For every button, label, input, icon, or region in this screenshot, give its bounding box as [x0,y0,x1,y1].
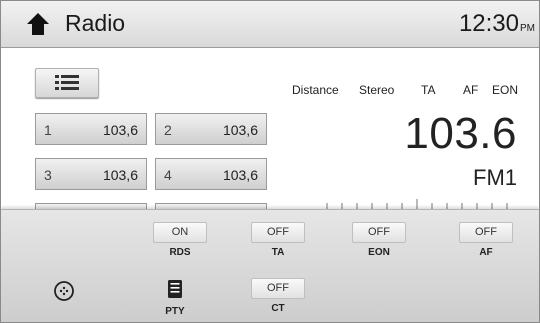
preset-frequency: 103,6 [222,122,258,138]
header-bar: Radio 12:30PM [1,1,539,48]
ta-label: TA [271,247,285,258]
ct-toggle[interactable]: OFF CT [251,278,305,314]
stereo-indicator: Stereo [359,83,395,97]
ta-state: OFF [251,222,305,243]
preset-button-1[interactable]: 1 103,6 [35,113,147,145]
preset-number: 2 [164,122,172,138]
settings-panel: ON RDS OFF TA OFF EON OFF AF PTY OFF CT [1,209,539,322]
preset-button-4[interactable]: 4 103,6 [155,158,267,190]
band-label: FM1 [473,165,517,190]
af-label: AF [479,247,493,258]
preset-frequency: 103,6 [102,122,138,138]
preset-number: 3 [44,167,52,183]
list-icon [55,75,79,90]
ct-state: OFF [251,278,305,299]
preset-button-3[interactable]: 3 103,6 [35,158,147,190]
preset-button-2[interactable]: 2 103,6 [155,113,267,145]
scan-button[interactable] [51,280,77,307]
pty-label: PTY [165,306,185,317]
rds-state: ON [153,222,207,243]
eon-label: EON [368,247,390,258]
eon-toggle[interactable]: OFF EON [352,222,406,258]
scan-icon [54,281,74,301]
rds-label: RDS [169,247,191,258]
preset-number: 4 [164,167,172,183]
radio-screen: Radio 12:30PM 1 103,6 2 103,6 3 103,6 4 … [0,0,540,323]
distance-indicator: Distance [292,83,339,97]
eon-indicator: EON [492,83,519,97]
preset-list-button[interactable] [35,68,99,98]
af-toggle[interactable]: OFF AF [459,222,513,258]
pty-icon [168,280,182,298]
ta-indicator: TA [421,83,436,97]
af-indicator: AF [463,83,479,97]
home-icon[interactable] [25,11,51,37]
eon-state: OFF [352,222,406,243]
preset-number: 1 [44,122,52,138]
clock: 12:30PM [459,10,535,38]
pty-button[interactable]: PTY [159,279,191,317]
clock-ampm: PM [520,23,535,34]
page-title: Radio [65,10,126,36]
clock-time: 12:30 [458,10,519,37]
ta-toggle[interactable]: OFF TA [251,222,305,258]
current-frequency: 103.6 [404,109,517,158]
preset-frequency: 103,6 [222,167,258,183]
rds-toggle[interactable]: ON RDS [153,222,207,258]
ct-label: CT [271,303,285,314]
preset-frequency: 103,6 [102,167,138,183]
af-state: OFF [459,222,513,243]
